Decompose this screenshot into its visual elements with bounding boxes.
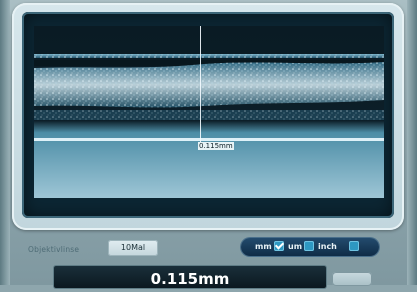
device-panel: 0.115mm Objektivlinse 10Mal mm um inch 0… [0,0,417,288]
unit-checkbox-um[interactable] [304,241,314,251]
unit-label-mm: mm [255,242,272,251]
measurement-cursor[interactable] [200,26,201,142]
measurement-label: 0.115mm [198,142,234,150]
side-button[interactable] [332,272,372,286]
bezel-left [0,0,10,285]
unit-selector: mm um inch [241,238,379,256]
unit-label-inch: inch [318,242,337,251]
image-viewer[interactable]: 0.115mm [22,12,394,218]
unit-label-um: um [288,242,303,251]
oct-scan-image [34,26,384,198]
objective-label: Objektivlinse [28,245,80,254]
unit-checkbox-mm[interactable] [274,241,284,251]
objective-field[interactable]: 10Mal [108,240,158,256]
bezel-right [407,0,417,285]
unit-checkbox-inch[interactable] [349,241,359,251]
